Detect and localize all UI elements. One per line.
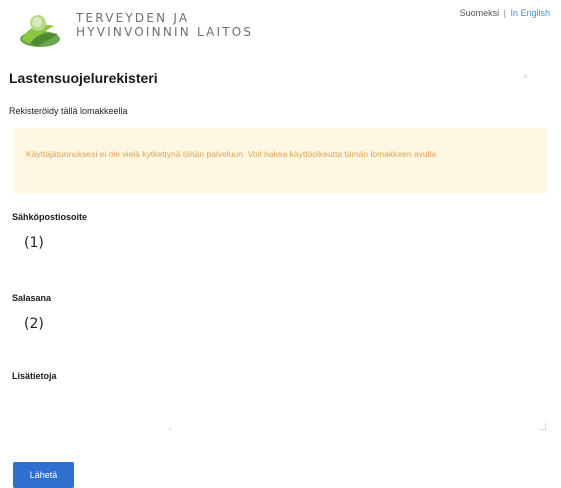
logo-wordmark[interactable]: TERVEYDEN JA HYVINVOINNIN LAITOS [76,11,253,39]
textarea-mark [169,428,171,430]
page-subtitle: Rekisteröidy tällä lomakkeella [9,106,128,116]
password-field[interactable]: (2) [24,316,44,332]
warning-alert: Käyttäjätunnuksesi ei ole vielä kytketty… [14,128,547,194]
lang-current-finnish: Suomeksi [459,8,500,18]
faint-marker [524,75,527,78]
message-textarea[interactable] [12,390,548,448]
message-label: Lisätietoja [12,371,57,381]
lang-separator: | [503,8,506,18]
site-header: TERVEYDEN JA HYVINVOINNIN LAITOS Suomeks… [0,0,561,60]
language-switcher: Suomeksi | In English [460,8,550,18]
email-field[interactable]: (1) [24,235,44,251]
logo-line-1: TERVEYDEN JA [76,11,190,25]
lang-link-english[interactable]: In English [510,8,550,18]
thl-logo-icon[interactable] [16,10,68,50]
password-label: Salasana [12,293,52,303]
email-label: Sähköpostiosoite [12,212,88,222]
resize-handle-icon[interactable] [539,423,546,430]
warning-text: Käyttäjätunnuksesi ei ole vielä kytketty… [26,149,437,159]
logo-line-2: HYVINVOINNIN LAITOS [76,25,254,39]
submit-button[interactable]: Lähetä [13,462,74,488]
page-title: Lastensuojelurekisteri [9,70,158,86]
